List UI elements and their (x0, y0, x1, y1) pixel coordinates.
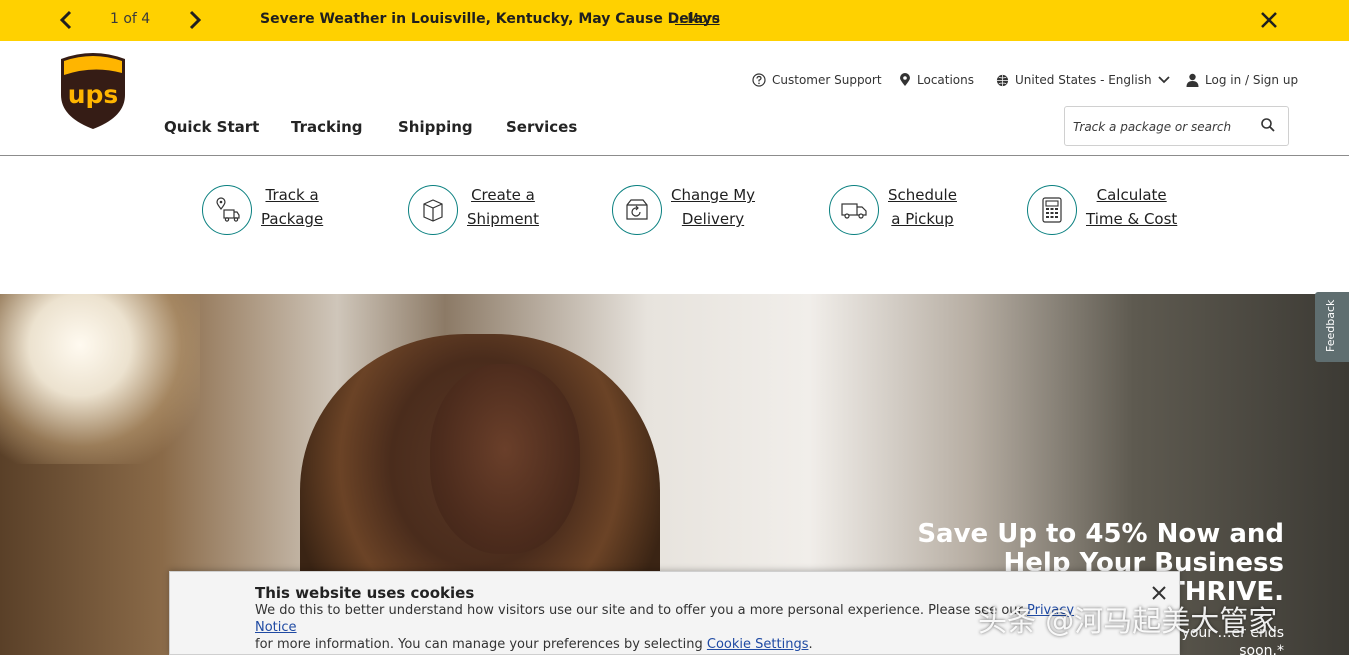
search-input[interactable] (1073, 116, 1253, 138)
cookie-settings-link[interactable]: Cookie Settings (707, 637, 809, 652)
map-pin-icon (900, 73, 910, 86)
quick-action-label: Schedule a Pickup (888, 186, 957, 228)
ups-logo[interactable]: ups (58, 51, 128, 131)
search-icon[interactable] (1260, 117, 1276, 133)
user-icon (1186, 73, 1199, 87)
locations-label: Locations (917, 73, 975, 87)
quick-action-label: Change My Delivery (671, 186, 756, 228)
quick-action-track-package[interactable]: Track a Package (202, 183, 323, 235)
cookie-title: This website uses cookies (255, 584, 475, 602)
language-selector[interactable]: United States - English (996, 73, 1170, 87)
quick-action-label: Create a Shipment (467, 186, 539, 228)
close-icon[interactable] (1259, 10, 1279, 30)
delivery-change-icon (612, 185, 662, 235)
alert-bar: 1 of 4 Severe Weather in Louisville, Ken… (0, 0, 1349, 41)
hero-background-light (0, 294, 200, 464)
locations-link[interactable]: Locations (899, 73, 974, 87)
chevron-right-icon[interactable] (185, 9, 205, 31)
alert-counter: 1 of 4 (110, 11, 151, 27)
watermark: 头条 @河马起美大管家 (978, 604, 1278, 638)
customer-support-link[interactable]: Customer Support (752, 73, 882, 87)
logo-text: ups (68, 80, 119, 109)
alert-more-link[interactable]: ...More (675, 12, 720, 27)
calculator-icon (1027, 185, 1077, 235)
chevron-down-icon (1157, 76, 1170, 84)
box-icon (408, 185, 458, 235)
nav-tracking[interactable]: Tracking (291, 118, 363, 136)
language-label: United States - English (1015, 73, 1152, 87)
question-circle-icon (752, 73, 766, 87)
quick-action-label: Track a Package (261, 186, 324, 228)
quick-action-label: Calculate Time & Cost (1086, 186, 1178, 228)
quick-action-change-delivery[interactable]: Change My Delivery (612, 183, 755, 235)
search-box (1064, 106, 1289, 146)
truck-icon (829, 185, 879, 235)
quick-action-create-shipment[interactable]: Create a Shipment (408, 183, 539, 235)
globe-icon (996, 74, 1009, 86)
chevron-left-icon[interactable] (56, 9, 76, 31)
feedback-tab[interactable]: Feedback (1315, 292, 1349, 362)
cookie-text: We do this to better understand how visi… (255, 603, 1075, 652)
customer-support-label: Customer Support (772, 73, 882, 87)
nav-quick-start[interactable]: Quick Start (164, 118, 259, 136)
login-link[interactable]: Log in / Sign up (1186, 73, 1298, 87)
package-tracking-icon (202, 185, 252, 235)
nav-shipping[interactable]: Shipping (398, 118, 473, 136)
site-header: ups Customer Support Locations United St… (0, 41, 1349, 156)
hero-photo-face (430, 364, 580, 554)
login-label: Log in / Sign up (1205, 73, 1299, 87)
quick-action-schedule-pickup[interactable]: Schedule a Pickup (829, 183, 957, 235)
feedback-label: Feedback (1324, 299, 1337, 352)
nav-services[interactable]: Services (506, 118, 577, 136)
alert-message: Severe Weather in Louisville, Kentucky, … (260, 11, 721, 27)
quick-action-calculate[interactable]: Calculate Time & Cost (1027, 183, 1177, 235)
